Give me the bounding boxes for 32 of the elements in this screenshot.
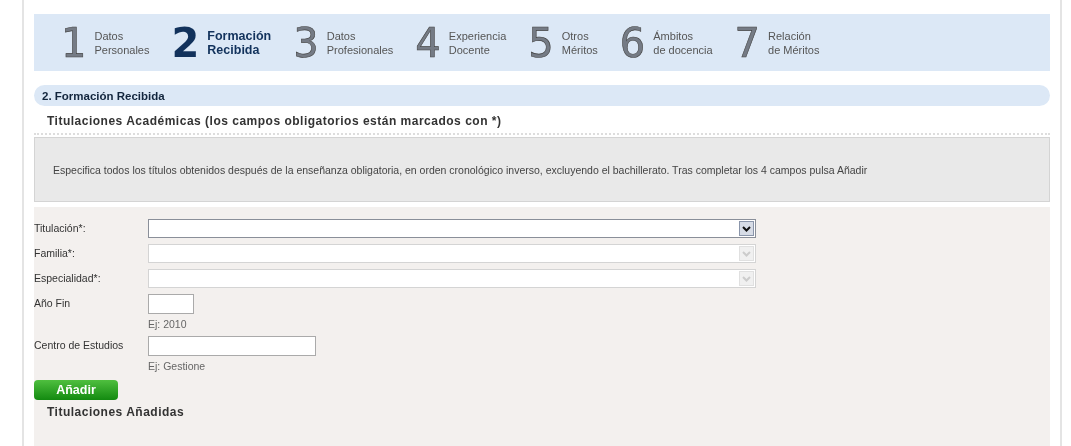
field-hint: Ej: Gestione [148,359,207,372]
step-label[interactable]: Experiencia Docente [448,28,507,57]
step-number[interactable]: 3 [293,22,319,63]
add-button[interactable]: Añadir [34,380,118,400]
section-title: 2. Formación Recibida [42,89,165,102]
caret-icon [739,246,754,261]
step-number[interactable]: 2 [171,22,200,63]
step-number[interactable]: 4 [415,22,441,63]
caret-icon [739,271,754,286]
step-number[interactable]: 6 [619,22,646,63]
info-box: Especifica todos los títulos obtenidos después de la enseñanza obligatoria, en orden cronológico inverso, excluyendo el bachillerato. Tras completar los 4 campos pulsa Añadir [34,137,1050,202]
step-label[interactable]: Otros Méritos [561,28,598,57]
dropdown[interactable] [148,219,756,238]
step-label[interactable]: Datos Personales [94,28,150,57]
field-label: Familia*: [34,246,76,259]
caret-icon [739,221,754,236]
field-label: Titulación*: [34,221,87,234]
input-field[interactable] [148,336,316,356]
input-field[interactable] [148,294,194,314]
field-hint: Ej: 2010 [148,317,188,330]
step-label[interactable]: Ámbitos de docencia [653,28,713,57]
step-label[interactable]: Datos Profesionales [326,28,394,57]
field-label: Año Fin [34,296,72,309]
step-label[interactable]: Relación de Méritos [768,28,820,57]
subsection-title: Titulaciones Académicas (los campos obligatorios están marcados con *) [34,106,1050,135]
step-label[interactable]: Formación Recibida [207,28,272,57]
field-label: Especialidad*: [34,271,102,284]
field-label: Centro de Estudios [34,338,125,351]
step-number[interactable]: 7 [734,22,761,63]
section-subtitle: Titulaciones Añadidas [46,404,186,419]
step-number[interactable]: 5 [528,22,554,63]
step-number[interactable]: 1 [61,22,87,63]
